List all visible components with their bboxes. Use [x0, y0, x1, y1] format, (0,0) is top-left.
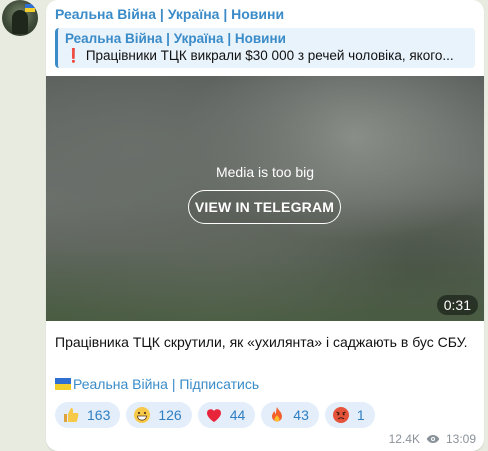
- reply-text: ❗ Працівники ТЦК викрали $30 000 з речей …: [65, 48, 468, 64]
- reactions-bar: 163 126 44 43 1: [55, 402, 375, 428]
- soldier-figure: [12, 10, 28, 34]
- message-caption: Працівника ТЦК скрутили, як «ухилянта» і…: [55, 334, 468, 350]
- media-too-big-message: Media is too big: [215, 164, 315, 180]
- fire-icon: [267, 405, 287, 425]
- message-bubble: Реальна Війна | Україна | Новини Реальна…: [46, 0, 484, 451]
- angry-face-icon: [331, 405, 351, 425]
- message-time: 13:09: [445, 432, 476, 446]
- eye-icon: [426, 435, 440, 443]
- grinning-face-icon: [132, 405, 152, 425]
- view-in-telegram-button[interactable]: VIEW IN TELEGRAM: [188, 190, 341, 224]
- channel-avatar[interactable]: [2, 0, 38, 36]
- reaction-count: 1: [356, 407, 365, 423]
- subscribe-link[interactable]: Реальна Війна | Підписатись: [55, 376, 259, 392]
- ukraine-flag-icon: [25, 4, 35, 12]
- video-duration: 0:31: [436, 295, 478, 315]
- channel-name[interactable]: Реальна Війна | Україна | Новини: [55, 6, 284, 22]
- reaction-angry[interactable]: 1: [324, 402, 375, 428]
- message-meta: 12.4K 13:09: [389, 432, 476, 446]
- reply-title: Реальна Війна | Україна | Новини: [65, 31, 286, 46]
- reaction-count: 163: [87, 407, 111, 423]
- reaction-thumbs-up[interactable]: 163: [55, 402, 121, 428]
- red-heart-icon: [204, 405, 224, 425]
- video-preview[interactable]: Media is too big VIEW IN TELEGRAM 0:31: [46, 76, 484, 321]
- reaction-count: 126: [158, 407, 182, 423]
- thumbs-up-icon: [61, 405, 81, 425]
- reaction-count: 43: [293, 407, 309, 423]
- reaction-fire[interactable]: 43: [261, 402, 319, 428]
- reaction-count: 44: [229, 407, 246, 423]
- reply-snippet: Працівники ТЦК викрали $30 000 з речей ч…: [85, 48, 454, 63]
- subscribe-link-text: Реальна Війна | Підписатись: [73, 376, 260, 392]
- reply-preview[interactable]: Реальна Війна | Україна | Новини ❗ Праців…: [55, 28, 475, 68]
- exclamation-icon: ❗: [65, 48, 82, 63]
- ukraine-flag-icon: [55, 378, 71, 390]
- reaction-heart[interactable]: 44: [197, 402, 256, 428]
- view-count: 12.4K: [388, 432, 420, 446]
- reaction-grinning[interactable]: 126: [126, 402, 192, 428]
